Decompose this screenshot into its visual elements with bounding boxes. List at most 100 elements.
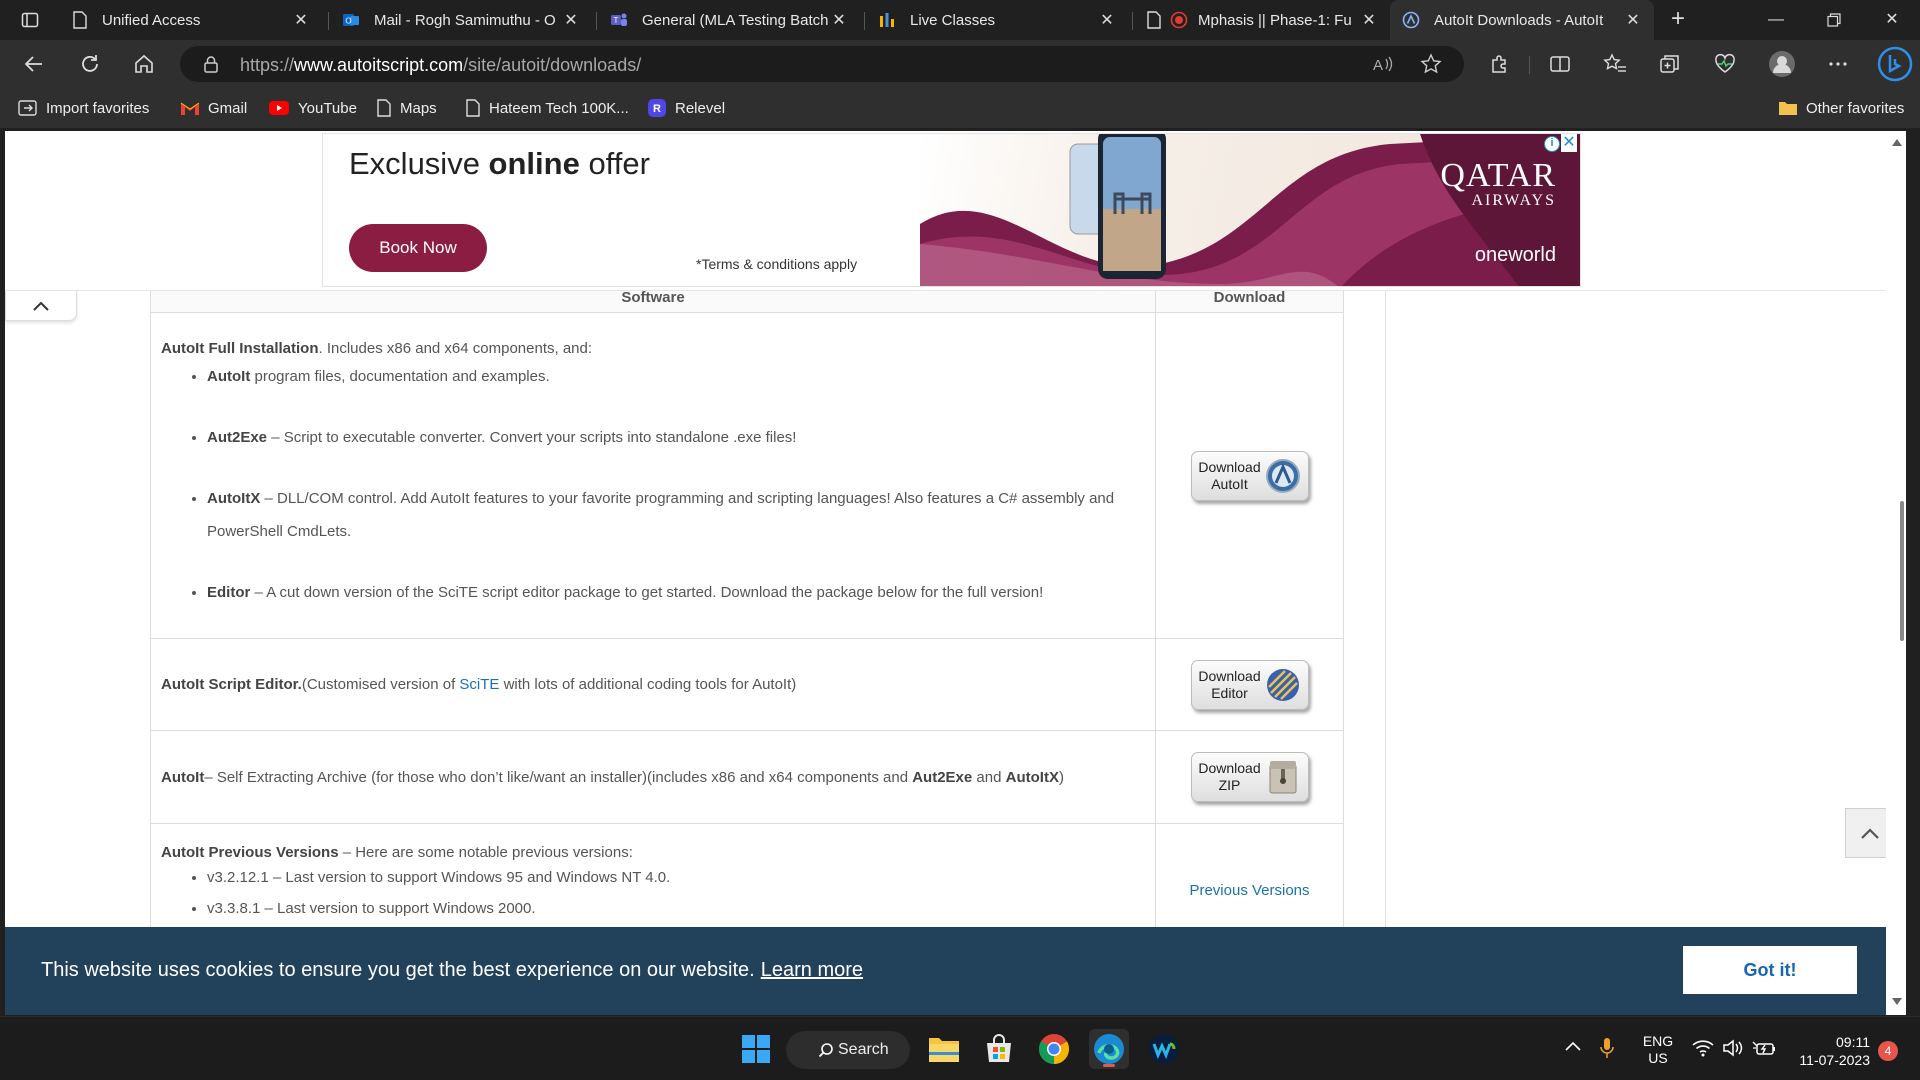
notification-badge[interactable]: 4 — [1878, 1041, 1898, 1061]
tab-mail[interactable]: O Mail - Rogh Samimuthu - O ✕ — [330, 2, 592, 38]
star-icon[interactable] — [1420, 53, 1442, 75]
address-bar[interactable]: https://www.autoitscript.com/site/autoit… — [180, 46, 1464, 82]
scroll-down-arrow[interactable] — [1892, 998, 1902, 1005]
new-tab-button[interactable]: + — [1664, 6, 1692, 34]
ellipsis-icon — [1829, 62, 1847, 66]
read-aloud-icon[interactable]: A — [1372, 54, 1394, 74]
ad-banner[interactable]: Exclusive online offer Book Now *Terms &… — [322, 133, 1581, 287]
store-icon — [987, 1034, 1011, 1062]
collections-button[interactable] — [1654, 48, 1686, 80]
archive-text-bold: Aut2Exe — [912, 768, 973, 786]
chevron-up-icon — [1861, 828, 1879, 839]
page-content: Software Download AutoIt Full Installati… — [5, 131, 1886, 1015]
bing-chat-button[interactable] — [1876, 45, 1914, 83]
tab-close-icon[interactable]: ✕ — [1360, 10, 1378, 30]
clock[interactable]: 09:11 11-07-2023 — [1788, 1033, 1870, 1069]
download-cell: Previous Versions — [1155, 823, 1344, 944]
restore-icon — [1827, 13, 1841, 27]
tab-close-icon[interactable]: ✕ — [562, 10, 580, 30]
profile-button[interactable] — [1766, 48, 1798, 80]
fav-relevel[interactable]: R Relevel — [647, 96, 725, 120]
volume-status[interactable] — [1722, 1039, 1744, 1060]
import-icon — [18, 100, 37, 116]
tab-teams[interactable]: T General (MLA Testing Batch ✕ — [598, 2, 860, 38]
show-hidden-icons-button[interactable] — [1564, 1039, 1582, 1055]
webex-button[interactable] — [1144, 1029, 1184, 1069]
minimize-button[interactable]: — — [1752, 4, 1800, 36]
extensions-button[interactable] — [1484, 48, 1516, 80]
tab-actions-icon — [21, 12, 39, 28]
fav-hateem-tech[interactable]: Hateem Tech 100K... — [465, 96, 629, 120]
download-editor-button[interactable]: Download Editor — [1190, 659, 1309, 710]
url-text[interactable]: https://www.autoitscript.com/site/autoit… — [240, 55, 641, 76]
tab-unified-access[interactable]: Unified Access ✕ — [60, 2, 322, 38]
taskbar: Search ENG US 09:11 11-07-2023 4 — [0, 1016, 1920, 1080]
store-button[interactable] — [979, 1029, 1019, 1069]
other-favorites-folder[interactable]: Other favorites — [1778, 96, 1904, 120]
taskbar-search[interactable]: Search — [786, 1031, 910, 1069]
tab-close-icon[interactable]: ✕ — [1624, 10, 1642, 30]
learn-more-link[interactable]: Learn more — [761, 959, 863, 981]
home-button[interactable] — [128, 48, 160, 80]
fav-maps[interactable]: Maps — [376, 96, 437, 120]
ad-close-icon[interactable]: ✕ — [1561, 134, 1577, 152]
tab-actions-button[interactable] — [8, 6, 52, 34]
scrollbar-thumb[interactable] — [1900, 501, 1904, 641]
tab-mphasis[interactable]: Mphasis || Phase-1: Fu ✕ — [1134, 2, 1390, 38]
restore-button[interactable] — [1810, 4, 1858, 36]
fav-import[interactable]: Import favorites — [18, 96, 149, 120]
webex-icon — [1149, 1034, 1179, 1064]
list-item: v3.2.12.1 – Last version to support Wind… — [207, 862, 1145, 893]
fav-gmail[interactable]: Gmail — [180, 96, 247, 120]
back-button[interactable] — [18, 48, 50, 80]
tab-autoit-downloads[interactable]: AutoIt Downloads - AutoIt ✕ — [1390, 0, 1654, 40]
page-viewport: Software Download AutoIt Full Installati… — [5, 131, 1886, 1015]
ad-collapse-button[interactable] — [5, 291, 77, 321]
battery-status[interactable] — [1752, 1039, 1776, 1060]
button-label: Download ZIP — [1196, 760, 1264, 794]
cookie-accept-button[interactable]: Got it! — [1683, 946, 1857, 994]
url-domain: www.autoitscript.com — [294, 55, 464, 75]
tab-close-icon[interactable]: ✕ — [1098, 10, 1116, 30]
ad-info-icon[interactable]: i — [1544, 136, 1560, 152]
tab-live-classes[interactable]: Live Classes ✕ — [866, 2, 1128, 38]
more-menu-button[interactable] — [1822, 48, 1854, 80]
close-window-button[interactable]: ✕ — [1868, 4, 1916, 36]
back-to-top-button[interactable] — [1845, 808, 1886, 858]
browser-essentials-button[interactable] — [1709, 48, 1741, 80]
scite-link[interactable]: SciTE — [459, 676, 499, 693]
address-toolbar: https://www.autoitscript.com/site/autoit… — [0, 40, 1920, 88]
button-label-line1: Download — [1198, 760, 1261, 776]
fav-youtube[interactable]: YouTube — [268, 96, 357, 120]
collections-icon — [1660, 55, 1679, 73]
arrow-left-icon — [24, 56, 42, 72]
download-autoit-button[interactable]: Download AutoIt — [1190, 450, 1309, 501]
refresh-button[interactable] — [74, 48, 106, 80]
microphone-button[interactable] — [1600, 1037, 1614, 1062]
archive-text: ) — [1058, 768, 1064, 786]
folder-icon — [929, 1038, 959, 1062]
split-screen-button[interactable] — [1544, 48, 1576, 80]
tab-close-icon[interactable]: ✕ — [830, 10, 848, 30]
file-explorer-button[interactable] — [924, 1029, 964, 1069]
book-now-button[interactable]: Book Now — [349, 224, 487, 272]
scroll-up-arrow[interactable] — [1892, 139, 1902, 146]
active-indicator — [1103, 1064, 1115, 1067]
tab-close-icon[interactable]: ✕ — [292, 10, 310, 30]
editor-text: (Customised version of — [301, 676, 460, 693]
editor-text: with lots of additional coding tools for… — [499, 676, 797, 693]
page-scrollbar[interactable] — [1886, 131, 1906, 1015]
clock-time: 09:11 — [1836, 1034, 1870, 1050]
search-label: Search — [838, 1041, 889, 1058]
scite-logo-icon — [1264, 666, 1302, 704]
chrome-button[interactable] — [1034, 1029, 1074, 1069]
download-zip-button[interactable]: Download ZIP — [1190, 752, 1309, 802]
language-indicator[interactable]: ENG US — [1640, 1033, 1676, 1067]
wifi-status[interactable] — [1692, 1039, 1714, 1060]
previous-versions-link[interactable]: Previous Versions — [1189, 882, 1309, 899]
start-button[interactable] — [736, 1029, 776, 1069]
item-name: Aut2Exe — [207, 429, 268, 446]
edge-button[interactable] — [1089, 1029, 1129, 1069]
lock-icon[interactable] — [202, 55, 220, 73]
favorites-button[interactable] — [1599, 48, 1631, 80]
